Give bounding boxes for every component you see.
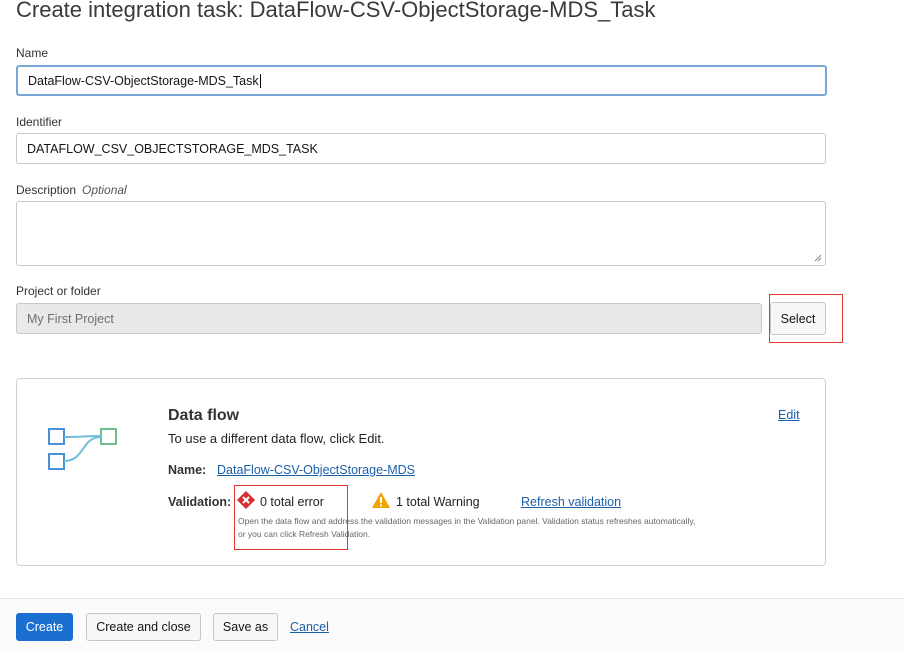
name-input[interactable]: DataFlow-CSV-ObjectStorage-MDS_Task (16, 65, 827, 96)
dataflow-heading: Data flow (168, 407, 240, 424)
text-caret (259, 73, 261, 88)
save-as-button[interactable]: Save as (213, 613, 278, 641)
description-label: Description Optional (16, 183, 127, 197)
optional-hint: Optional (82, 183, 127, 197)
identifier-input-value: DATAFLOW_CSV_OBJECTSTORAGE_MDS_TASK (27, 141, 318, 156)
dataflow-diagram-icon (48, 428, 117, 470)
name-label: Name (16, 46, 49, 60)
warning-count: 1 total Warning (396, 495, 480, 509)
resize-handle-icon[interactable] (814, 254, 822, 262)
validation-label: Validation: (168, 495, 232, 509)
page-title: Create integration task: DataFlow-CSV-Ob… (16, 0, 656, 22)
dataflow-name-link[interactable]: DataFlow-CSV-ObjectStorage-MDS (217, 463, 415, 477)
project-input: My First Project (16, 303, 762, 334)
dataflow-name-label: Name: (168, 463, 207, 477)
edit-link[interactable]: Edit (778, 408, 800, 422)
dataflow-subtitle: To use a different data flow, click Edit… (168, 431, 385, 446)
project-label: Project or folder (16, 284, 101, 298)
create-and-close-button[interactable]: Create and close (86, 613, 201, 641)
dataflow-card: Data flow To use a different data flow, … (16, 378, 826, 566)
highlight-box-errors (234, 485, 348, 550)
refresh-validation-link[interactable]: Refresh validation (521, 495, 621, 509)
project-input-value: My First Project (27, 311, 114, 326)
description-label-text: Description (16, 183, 77, 197)
warning-icon (372, 492, 390, 508)
highlight-box-select (769, 294, 843, 343)
cancel-link[interactable]: Cancel (290, 620, 329, 634)
identifier-label: Identifier (16, 115, 63, 129)
create-button[interactable]: Create (16, 613, 73, 641)
identifier-input[interactable]: DATAFLOW_CSV_OBJECTSTORAGE_MDS_TASK (16, 133, 826, 164)
description-textarea[interactable] (16, 201, 826, 266)
name-input-value: DataFlow-CSV-ObjectStorage-MDS_Task (28, 73, 259, 88)
